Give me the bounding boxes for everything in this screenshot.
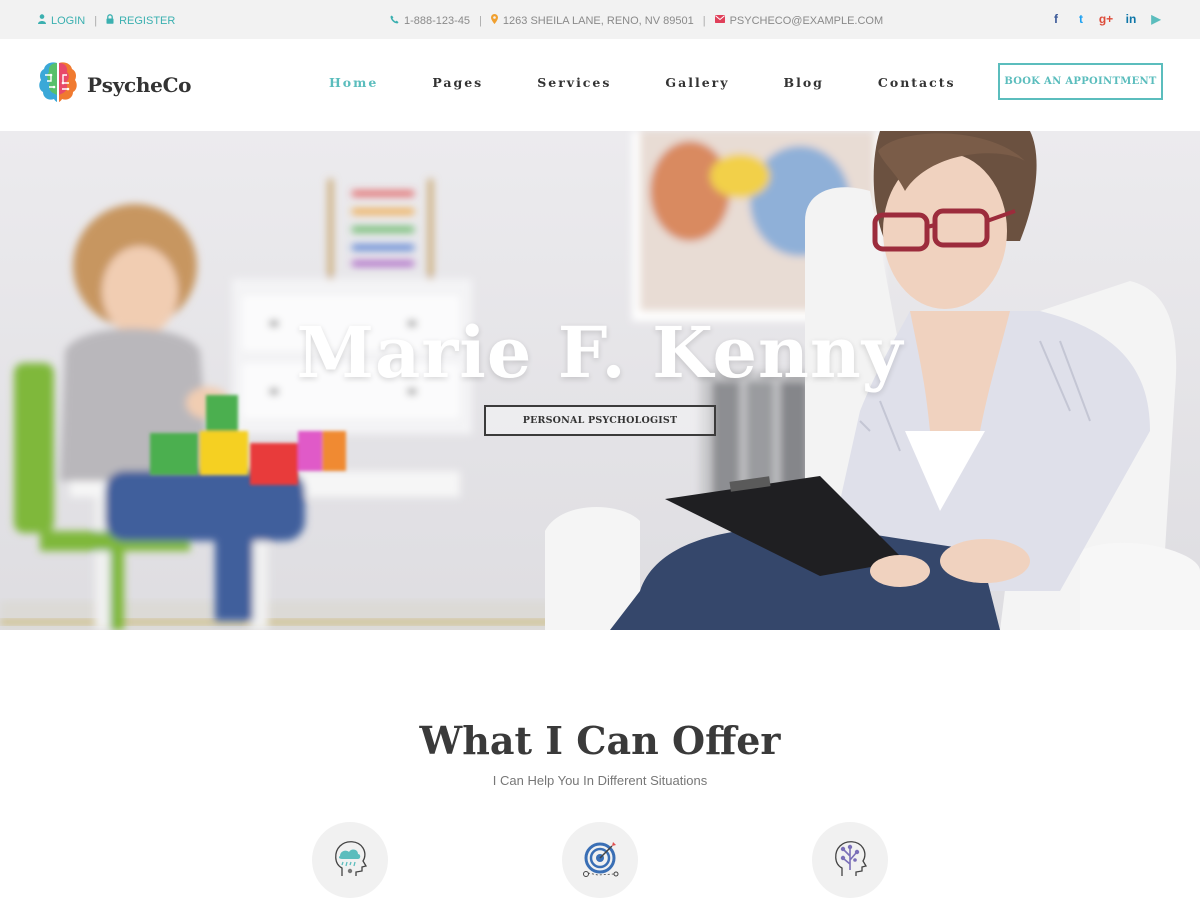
email-address: PSYCHECO@EXAMPLE.COM	[729, 14, 884, 27]
nav-item-home[interactable]: Home	[329, 75, 378, 90]
envelope-icon	[714, 15, 725, 26]
section-title: What I Can Offer	[419, 718, 781, 763]
book-appointment-button[interactable]: BOOK AN APPOINTMENT	[998, 63, 1163, 100]
youtube-play-link[interactable]: ▶	[1150, 11, 1162, 27]
nav-item-contacts[interactable]: Contacts	[878, 75, 956, 90]
phone-icon	[390, 14, 399, 27]
social-links: f t g+ in ▶	[1050, 11, 1162, 27]
nav-item-pages[interactable]: Pages	[432, 75, 483, 90]
register-link[interactable]: REGISTER	[106, 14, 175, 27]
register-label: REGISTER	[119, 14, 176, 27]
linkedin-icon: in	[1125, 12, 1137, 26]
twitter-icon: t	[1079, 12, 1083, 26]
main-nav: Home Pages Services Gallery Blog Contacts	[302, 75, 983, 90]
offer-card-3[interactable]	[812, 822, 888, 898]
google-plus-icon: g+	[1098, 12, 1114, 26]
top-bar: LOGIN | REGISTER 1-888-123-45 | 1263 SHE…	[0, 0, 1200, 39]
hero-banner: Marie F. Kenny PERSONAL PSYCHOLOGIST	[0, 131, 1200, 630]
facebook-icon: f	[1054, 12, 1058, 26]
nav-item-blog[interactable]: Blog	[784, 75, 824, 90]
section-subtitle: I Can Help You In Different Situations	[492, 773, 708, 788]
offer-card-1[interactable]	[312, 822, 388, 898]
account-links: LOGIN | REGISTER	[38, 14, 175, 27]
linkedin-link[interactable]: in	[1125, 11, 1137, 27]
divider: |	[479, 14, 482, 27]
brand-name: PsycheCo	[87, 72, 192, 97]
head-tree-icon	[828, 836, 872, 885]
divider: |	[702, 14, 706, 27]
nav-item-gallery[interactable]: Gallery	[665, 75, 729, 90]
divider: |	[94, 14, 98, 27]
user-icon	[38, 14, 46, 27]
contact-info: 1-888-123-45 | 1263 SHEILA LANE, RENO, N…	[390, 14, 883, 27]
phone-number: 1-888-123-45	[404, 14, 471, 27]
brain-icon	[37, 59, 79, 110]
twitter-link[interactable]: t	[1075, 11, 1087, 27]
login-label: LOGIN	[51, 14, 86, 27]
facebook-link[interactable]: f	[1050, 11, 1062, 27]
head-cloud-icon	[328, 836, 372, 885]
site-header: PsycheCo Home Pages Services Gallery Blog Con…	[0, 39, 1200, 131]
address-text: 1263 SHEILA LANE, RENO, NV 89501	[502, 14, 694, 27]
map-marker-icon	[490, 14, 498, 27]
login-link[interactable]: LOGIN	[38, 14, 85, 27]
hero-title: Marie F. Kenny	[296, 311, 904, 394]
brand-logo[interactable]: PsycheCo	[37, 59, 192, 110]
lock-icon	[106, 14, 114, 27]
google-plus-link[interactable]: g+	[1098, 11, 1114, 27]
offer-card-2[interactable]	[562, 822, 638, 898]
target-icon	[578, 836, 622, 885]
youtube-play-icon: ▶	[1151, 12, 1161, 26]
hero-tagline: PERSONAL PSYCHOLOGIST	[484, 405, 716, 436]
nav-item-services[interactable]: Services	[537, 75, 611, 90]
